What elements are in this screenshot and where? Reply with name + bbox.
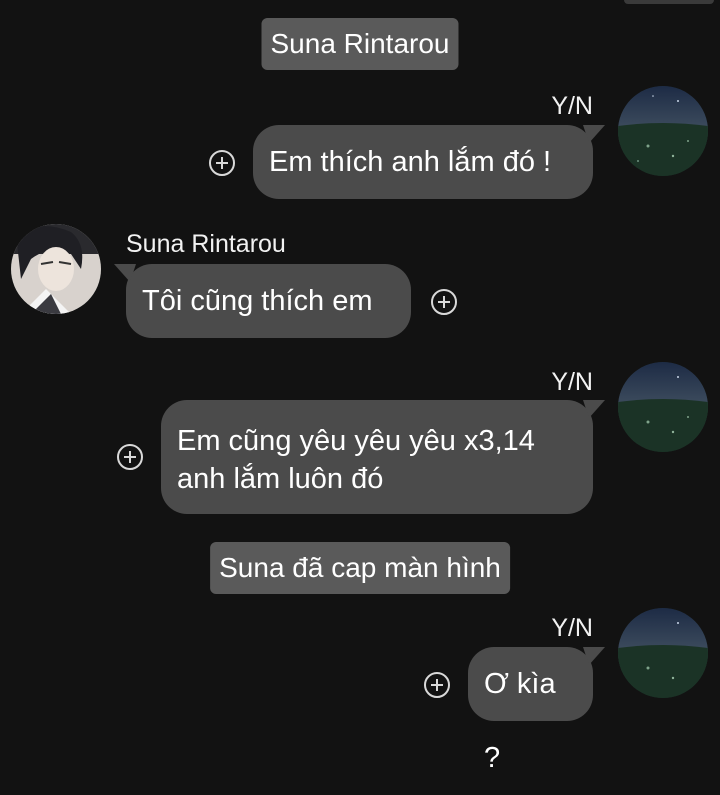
- sender-name-suna: Suna Rintarou: [126, 230, 286, 258]
- message-text: Ơ kìa ?: [484, 668, 556, 774]
- add-reaction-icon[interactable]: [431, 289, 457, 315]
- bubble-tail: [583, 647, 605, 665]
- sender-name-me: Y/N: [551, 92, 593, 120]
- sender-name-me: Y/N: [551, 614, 593, 642]
- message-bubble-out[interactable]: Em cũng yêu yêu yêu x3,14 anh lắm luôn đ…: [161, 400, 605, 514]
- night-field-avatar-image: [618, 608, 708, 698]
- system-note-name: Suna Rintarou: [261, 18, 459, 70]
- message-text: Tôi cũng thích em: [142, 285, 373, 317]
- message-text-line: anh lắm luôn đó: [177, 463, 384, 495]
- sender-name-me: Y/N: [551, 368, 593, 396]
- avatar-me[interactable]: [618, 608, 708, 698]
- add-reaction-icon[interactable]: [117, 444, 143, 470]
- night-field-avatar-image: [618, 362, 708, 452]
- avatar-me[interactable]: [618, 362, 708, 452]
- bubble-tail: [583, 125, 605, 143]
- system-note-text: Suna Rintarou: [270, 28, 450, 59]
- bubble-tail: [583, 400, 605, 418]
- bubble-tail: [114, 264, 136, 282]
- message-text-line: Em cũng yêu yêu yêu x3,14: [177, 425, 535, 457]
- message-bubble-out[interactable]: Em thích anh lắm đó !: [253, 125, 605, 199]
- message-bubble-in[interactable]: Tôi cũng thích em: [114, 264, 411, 338]
- avatar-me[interactable]: [618, 86, 708, 176]
- top-edge-element: [624, 0, 714, 4]
- add-reaction-icon[interactable]: [424, 672, 450, 698]
- anime-boy-avatar-image: [11, 224, 101, 314]
- avatar-suna[interactable]: [11, 224, 101, 314]
- message-bubble-out[interactable]: Ơ kìa ?: [468, 647, 605, 774]
- system-note-text: Suna đã cap màn hình: [219, 552, 501, 583]
- system-note-screenshot: Suna đã cap màn hình: [210, 542, 510, 594]
- add-reaction-icon[interactable]: [209, 150, 235, 176]
- message-text: Em thích anh lắm đó !: [269, 146, 552, 178]
- night-field-avatar-image: [618, 86, 708, 176]
